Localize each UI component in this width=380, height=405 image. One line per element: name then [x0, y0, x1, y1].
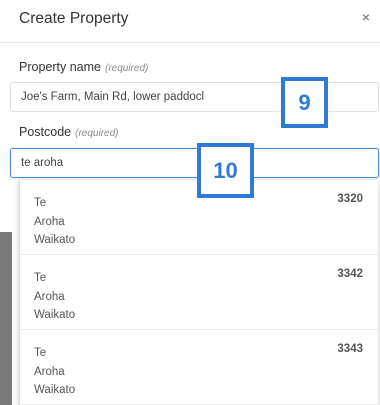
suggestion-region: Waikato — [34, 234, 76, 246]
property-name-label: Property name (required) — [19, 60, 148, 74]
dialog-title: Create Property — [19, 10, 129, 27]
suggestion-region: Waikato — [34, 384, 76, 396]
suggestion-option[interactable]: Te Aroha Waikato 3342 — [20, 255, 378, 330]
suggestion-line: Te — [34, 197, 47, 209]
postcode-label: Postcode (required) — [19, 125, 118, 139]
create-property-dialog: Create Property × Property name (required… — [0, 0, 380, 405]
suggestion-region: Waikato — [34, 309, 76, 321]
suggestion-postcode: 3320 — [337, 193, 363, 205]
background-panel-edge — [0, 232, 12, 405]
postcode-label-text: Postcode — [19, 125, 72, 139]
close-icon[interactable]: × — [358, 8, 374, 26]
property-name-label-text: Property name — [19, 60, 101, 74]
annotation-marker-10: 10 — [197, 143, 254, 198]
suggestion-locality: Te Aroha Waikato — [34, 344, 75, 400]
suggestion-postcode: 3343 — [337, 343, 363, 355]
property-name-required-hint: (required) — [104, 63, 149, 74]
suggestion-option[interactable]: Te Aroha Waikato 3343 — [20, 330, 378, 405]
suggestion-line: Aroha — [34, 290, 65, 303]
suggestion-line: Te — [34, 347, 47, 359]
suggestion-postcode: 3342 — [337, 268, 363, 280]
suggestion-line: Aroha — [34, 365, 65, 378]
annotation-marker-9: 9 — [281, 77, 328, 128]
dialog-header: Create Property × — [0, 0, 380, 43]
suggestion-locality: Te Aroha Waikato — [34, 269, 75, 325]
postcode-suggestions-dropdown: Te Aroha Waikato 3320 Te Aroha Waikato 3… — [19, 180, 378, 405]
postcode-input[interactable] — [10, 148, 379, 178]
postcode-required-hint: (required) — [75, 128, 119, 139]
suggestion-line: Aroha — [34, 215, 65, 228]
suggestion-locality: Te Aroha Waikato — [34, 194, 75, 250]
suggestion-line: Te — [34, 272, 47, 284]
